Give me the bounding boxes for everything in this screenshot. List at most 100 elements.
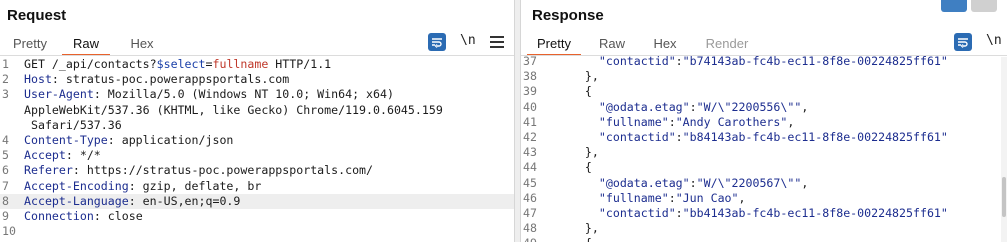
line-number (0, 118, 24, 133)
code-line[interactable]: 44 { (521, 160, 1007, 175)
response-scroll-thumb[interactable] (1002, 177, 1006, 217)
code-token: Referer (24, 163, 73, 178)
line-number: 5 (2, 148, 9, 163)
line-number: 9 (2, 209, 9, 224)
code-line[interactable]: 42 "contactid":"b84143ab-fc4b-ec11-8f8e-… (521, 130, 1007, 145)
layout-toggle-icon-secondary[interactable] (971, 0, 997, 12)
code-token: "contactid" (598, 206, 676, 221)
code-line[interactable]: 41 "fullname":"Andy Carothers", (521, 115, 1007, 130)
line-number: 42 (523, 130, 537, 145)
response-tab-hex[interactable]: Hex (652, 34, 678, 56)
code-token: "Andy Carothers" (675, 114, 788, 129)
code-token: "@odata.etag" (598, 99, 690, 114)
line-text: User-Agent: Mozilla/5.0 (Windows NT 10.0… (24, 87, 514, 102)
line-text: Referer: https://stratus-poc.powerappspo… (24, 163, 514, 178)
code-token: : application/json (107, 133, 234, 148)
wrap-icon[interactable] (428, 33, 446, 51)
line-number: 45 (523, 175, 537, 190)
code-token: }, (557, 145, 599, 160)
code-token: "contactid" (598, 54, 676, 68)
request-tab-pretty[interactable]: Pretty (12, 34, 48, 56)
request-tab-raw[interactable]: Raw (62, 34, 110, 56)
line-text: { (557, 236, 1007, 242)
code-line[interactable]: 38 }, (521, 69, 1007, 84)
code-token: { (557, 236, 592, 242)
code-token: , (787, 114, 795, 129)
code-line[interactable]: 48 }, (521, 221, 1007, 236)
code-token: : en-US,en;q=0.9 (128, 193, 241, 208)
response-scrollbar[interactable] (1001, 57, 1007, 242)
code-token: : */* (65, 148, 101, 163)
code-line[interactable]: 40 "@odata.etag":"W/\"2200556\"", (521, 100, 1007, 115)
line-text: Accept: */* (24, 148, 514, 163)
line-number (0, 103, 24, 118)
code-line[interactable]: 2 Host: stratus-poc.powerappsportals.com (0, 72, 514, 87)
code-token: Accept-Language (24, 193, 129, 208)
code-token: Accept (24, 148, 66, 163)
request-tab-hex[interactable]: Hex (128, 34, 156, 56)
line-number: 48 (523, 221, 537, 236)
code-line[interactable]: 43 }, (521, 145, 1007, 160)
line-text: Safari/537.36 (24, 118, 514, 133)
code-line[interactable]: 1 GET /_api/contacts?$select=fullname HTT… (0, 57, 514, 72)
code-line[interactable]: 6 Referer: https://stratus-poc.powerappsp… (0, 163, 514, 178)
line-text: "@odata.etag":"W/\"2200567\"", (557, 176, 1007, 191)
code-token: GET /_api/contacts? (24, 57, 157, 71)
request-tabs-divider (0, 55, 514, 56)
code-line[interactable]: 39 { (521, 84, 1007, 99)
code-line[interactable]: 9 Connection: close (0, 209, 514, 224)
line-number: 6 (2, 163, 9, 178)
code-line[interactable]: 45 "@odata.etag":"W/\"2200567\"", (521, 176, 1007, 191)
code-line[interactable]: 5 Accept: */* (0, 148, 514, 163)
code-line[interactable]: 37 "contactid":"b74143ab-fc4b-ec11-8f8e-… (521, 54, 1007, 69)
line-text: }, (557, 69, 1007, 84)
request-pane: Request Pretty Raw Hex \n 1 GET /_api/con… (0, 0, 514, 242)
code-token: : (668, 190, 676, 205)
line-number: 10 (2, 224, 16, 239)
request-editor[interactable]: 1 GET /_api/contacts?$select=fullname HTT… (0, 57, 514, 242)
code-line[interactable]: 46 "fullname":"Jun Cao", (521, 191, 1007, 206)
response-tab-raw[interactable]: Raw (599, 34, 625, 56)
code-line[interactable]: 47 "contactid":"bb4143ab-fc4b-ec11-8f8e-… (521, 206, 1007, 221)
pane-splitter[interactable] (514, 0, 521, 242)
code-token: }, (557, 69, 599, 84)
line-number: 44 (523, 160, 537, 175)
code-token: Connection (24, 209, 94, 224)
code-line[interactable]: Safari/537.36 (0, 118, 514, 133)
code-token: fullname (212, 57, 269, 71)
line-number: 8 (2, 193, 9, 208)
wrap-icon[interactable] (954, 33, 972, 51)
code-line[interactable]: 10 (0, 224, 514, 239)
code-token: Content-Type (24, 133, 108, 148)
newline-toggle[interactable]: \n (986, 33, 1002, 48)
code-token: : (689, 99, 697, 114)
line-number: 41 (523, 114, 537, 129)
code-line[interactable]: 49 { (521, 236, 1007, 242)
line-text: { (557, 84, 1007, 99)
code-token: : (675, 54, 683, 68)
response-editor[interactable]: 37 "contactid":"b74143ab-fc4b-ec11-8f8e-… (521, 54, 1007, 242)
code-line[interactable]: 7 Accept-Encoding: gzip, deflate, br (0, 179, 514, 194)
code-token: "bb4143ab-fc4b-ec11-8f8e-00224825ff61" (682, 206, 948, 221)
hamburger-menu-icon[interactable] (490, 34, 504, 48)
layout-toggle-icon[interactable] (941, 0, 967, 12)
line-text: }, (557, 145, 1007, 160)
code-token: AppleWebKit/537.36 (KHTML, like Gecko) C… (24, 102, 443, 117)
line-text: Accept-Encoding: gzip, deflate, br (24, 179, 514, 194)
line-number: 39 (523, 84, 537, 99)
code-line[interactable]: 4 Content-Type: application/json (0, 133, 514, 148)
line-number: 46 (523, 190, 537, 205)
line-text: AppleWebKit/537.36 (KHTML, like Gecko) C… (24, 103, 514, 118)
code-token: $select (156, 57, 206, 71)
code-line[interactable]: AppleWebKit/537.36 (KHTML, like Gecko) C… (0, 103, 514, 118)
response-tab-render[interactable]: Render (705, 34, 749, 56)
code-line[interactable]: 3 User-Agent: Mozilla/5.0 (Windows NT 10.… (0, 87, 514, 102)
line-number: 37 (523, 54, 537, 68)
code-line[interactable]: 8 Accept-Language: en-US,en;q=0.9 (0, 193, 514, 210)
response-tab-pretty[interactable]: Pretty (527, 34, 581, 56)
newline-toggle[interactable]: \n (460, 33, 476, 48)
line-number: 2 (2, 72, 9, 87)
line-number: 1 (2, 57, 9, 71)
